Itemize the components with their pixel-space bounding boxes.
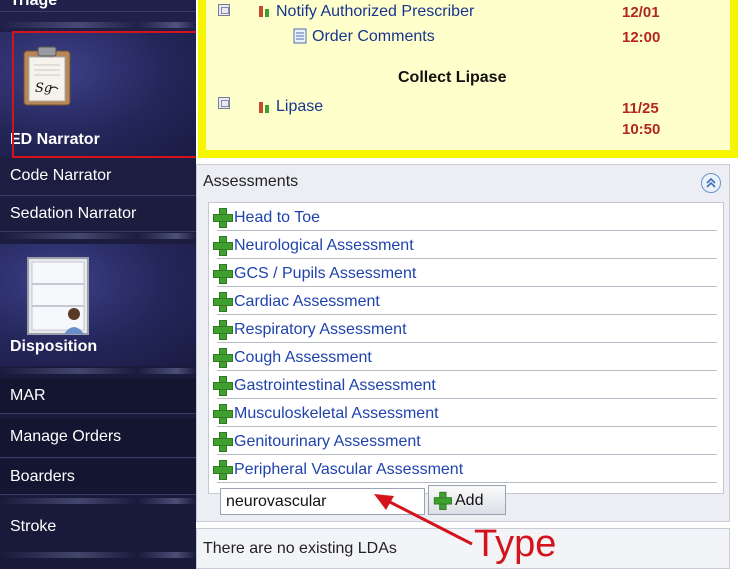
sidebar-item-sedation-narrator[interactable]: Sedation Narrator	[0, 196, 196, 232]
assessment-item-label: Head to Toe	[234, 209, 320, 226]
sidebar-item-label: Sedation Narrator	[10, 205, 137, 222]
assessment-item-label: Cardiac Assessment	[234, 293, 380, 310]
assessment-item[interactable]: Neurological Assessment	[209, 231, 725, 259]
plus-icon	[213, 236, 233, 256]
orders-panel: Notify Authorized Prescriber 12/01 Order…	[198, 0, 738, 158]
sidebar-divider	[0, 498, 196, 504]
assessment-item[interactable]: Cough Assessment	[209, 343, 725, 371]
assessment-item-label: Gastrointestinal Assessment	[234, 377, 436, 394]
plus-icon	[213, 264, 233, 284]
plus-icon	[213, 348, 233, 368]
sidebar-item-stroke[interactable]: Stroke	[0, 510, 196, 548]
assessments-title: Assessments	[203, 173, 299, 190]
assessment-list: Head to Toe Neurological Assessment GCS …	[208, 202, 724, 494]
sidebar-item-label: Manage Orders	[10, 428, 122, 445]
assessment-item-label: Neurological Assessment	[234, 237, 414, 254]
sidebar-item-triage[interactable]: Triage	[0, 0, 196, 12]
assessment-item[interactable]: Genitourinary Assessment	[209, 427, 725, 455]
sidebar-divider	[0, 368, 196, 374]
assessment-item-label: Cough Assessment	[234, 349, 372, 366]
order-comments-link[interactable]: Order Comments	[312, 28, 435, 46]
plus-icon	[213, 460, 233, 480]
assessment-item[interactable]: GCS / Pupils Assessment	[209, 259, 725, 287]
sidebar-item-label: Boarders	[10, 468, 75, 485]
assessment-item[interactable]: Cardiac Assessment	[209, 287, 725, 315]
sidebar-item-label: Code Narrator	[10, 167, 112, 184]
plus-icon	[213, 320, 233, 340]
assessments-panel: Assessments Head to Toe Neurological Ass…	[196, 164, 730, 522]
sidebar-divider	[0, 552, 196, 558]
type-annotation-label: Type	[474, 523, 557, 565]
order-item-notify-prescriber[interactable]: Notify Authorized Prescriber	[276, 3, 474, 21]
order-time: 12/01	[622, 4, 660, 21]
order-square-icon	[218, 4, 230, 16]
plus-icon	[213, 376, 233, 396]
sidebar-item-label: Disposition	[10, 338, 98, 355]
order-time: 12:00	[622, 29, 661, 46]
order-section-heading: Collect Lipase	[398, 69, 507, 86]
collapse-chevrons-icon[interactable]	[701, 173, 721, 193]
order-item-lipase[interactable]: Lipase	[276, 98, 323, 116]
plus-icon	[213, 432, 233, 452]
order-time: 10:50	[622, 121, 661, 138]
sidebar-divider	[0, 233, 196, 239]
sidebar-divider	[0, 22, 196, 28]
assessment-item-label: Genitourinary Assessment	[234, 433, 421, 450]
flask-icon	[259, 102, 269, 113]
order-time: 11/25	[622, 100, 659, 117]
sidebar-item-label: Triage	[10, 0, 58, 9]
window-person-icon	[27, 257, 89, 335]
sidebar-item-manage-orders[interactable]: Manage Orders	[0, 418, 196, 458]
assessment-item[interactable]: Peripheral Vascular Assessment	[209, 455, 725, 483]
assessment-item-label: GCS / Pupils Assessment	[234, 265, 417, 282]
order-square-icon	[218, 97, 230, 109]
sidebar-item-mar[interactable]: MAR	[0, 378, 196, 414]
sidebar-item-disposition[interactable]: Disposition	[0, 244, 196, 366]
sidebar-item-label: MAR	[10, 387, 46, 404]
sidebar-item-label: Stroke	[10, 518, 57, 535]
highlight-annotation-box	[12, 31, 196, 158]
plus-icon	[213, 292, 233, 312]
assessment-item-label: Peripheral Vascular Assessment	[234, 461, 464, 478]
sidebar-nav: Triage Sg ED Narrator Code Narrator Seda…	[0, 0, 196, 569]
sidebar-item-code-narrator[interactable]: Code Narrator	[0, 160, 196, 196]
annotation-arrow	[374, 494, 473, 546]
assessment-item[interactable]: Musculoskeletal Assessment	[209, 399, 725, 427]
plus-icon	[213, 208, 233, 228]
flask-icon	[259, 6, 269, 17]
plus-icon	[213, 404, 233, 424]
assessment-item-label: Musculoskeletal Assessment	[234, 405, 439, 422]
assessment-item-label: Respiratory Assessment	[234, 321, 407, 338]
document-icon	[293, 28, 307, 44]
assessment-item[interactable]: Head to Toe	[209, 203, 725, 231]
sidebar-item-boarders[interactable]: Boarders	[0, 459, 196, 495]
assessment-item[interactable]: Respiratory Assessment	[209, 315, 725, 343]
assessment-item[interactable]: Gastrointestinal Assessment	[209, 371, 725, 399]
